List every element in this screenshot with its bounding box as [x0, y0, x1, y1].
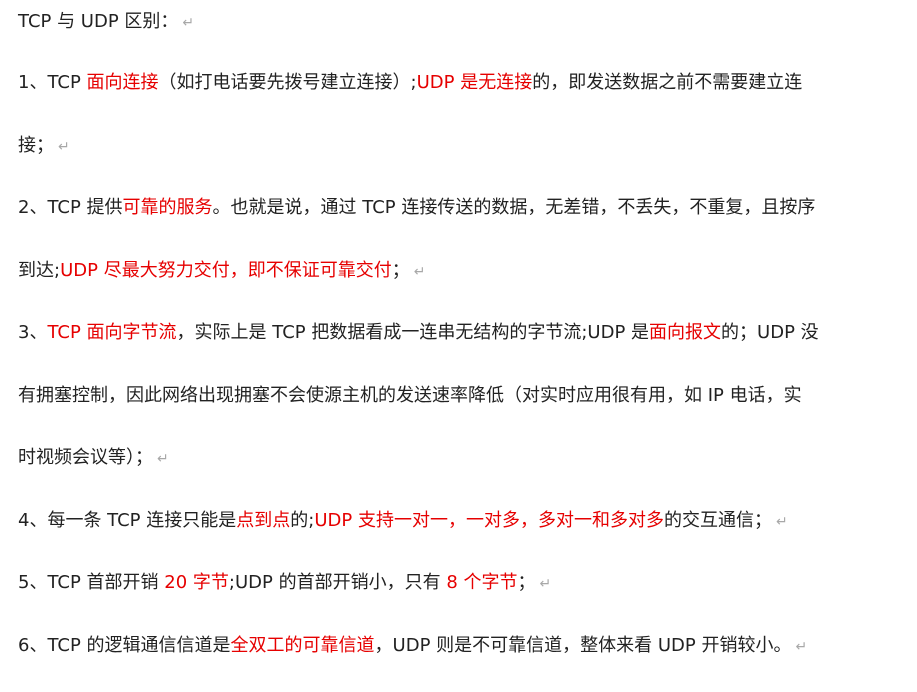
- paragraph-line: 1、TCP 面向连接（如打电话要先拨号建立连接）;UDP 是无连接的，即发送数据…: [18, 67, 908, 98]
- text-segment: 的，即发送数据之前不需要建立连: [532, 72, 803, 93]
- text-segment: 。也就是说，通过 TCP 连接传送的数据，无差错，不丢失，不重复，且按序: [212, 197, 816, 218]
- text-segment: 的;: [290, 509, 315, 531]
- paragraph-line: 到达;UDP 尽最大努力交付，即不保证可靠交付； ↵: [18, 255, 908, 286]
- paragraph-line: 6、TCP 的逻辑通信信道是全双工的可靠信道，UDP 则是不可靠信道，整体来看 …: [18, 630, 908, 661]
- highlight-segment: 全双工的可靠信道: [230, 634, 375, 656]
- text-segment: 1、TCP: [18, 72, 87, 93]
- highlight-segment: UDP 支持一对一，一对多，多对一和多对多: [314, 509, 664, 531]
- paragraph-line: 5、TCP 首部开销 20 字节;UDP 的首部开销小，只有 8 个字节； ↵: [18, 567, 908, 598]
- paragraph-line: 3、TCP 面向字节流，实际上是 TCP 把数据看成一连串无结构的字节流;UDP…: [18, 317, 908, 348]
- paragraph-line: 接； ↵: [18, 130, 908, 161]
- text-segment: 2、TCP 提供: [18, 197, 123, 218]
- highlight-segment: UDP 是无连接: [416, 72, 533, 93]
- text-segment: 有拥塞控制，因此网络出现拥塞不会使源主机的发送速率降低（对实时应用很有用，如 I…: [18, 384, 802, 406]
- text-segment: ;UDP 的首部开销小，只有: [228, 572, 447, 593]
- text-segment: ，UDP 则是不可靠信道，整体来看 UDP 开销较小。: [374, 634, 792, 656]
- text-segment: 6、TCP 的逻辑通信信道是: [18, 634, 231, 656]
- paragraph-line: 时视频会议等）； ↵: [18, 442, 908, 473]
- highlight-segment: 20 字节: [164, 572, 229, 593]
- text-segment: 时视频会议等）；: [18, 447, 153, 468]
- highlight-segment: 面向报文: [649, 322, 722, 343]
- text-segment: ；: [391, 259, 410, 281]
- highlight-segment: 8 个字节: [446, 572, 518, 593]
- highlight-segment: 点到点: [236, 509, 291, 531]
- document-body: TCP 与 UDP 区别： ↵ 1、TCP 面向连接（如打电话要先拨号建立连接）;…: [18, 6, 908, 692]
- paragraph-mark-icon: ↵: [157, 451, 169, 467]
- text-segment: 5、TCP 首部开销: [18, 572, 165, 593]
- highlight-segment: TCP 面向字节流: [47, 322, 177, 343]
- text-segment: 的交互通信；: [663, 509, 772, 531]
- paragraph-mark-icon: ↵: [775, 513, 788, 530]
- heading-line: TCP 与 UDP 区别： ↵: [18, 6, 908, 37]
- paragraph-mark-icon: ↵: [539, 576, 552, 592]
- paragraph-mark-icon: ↵: [182, 15, 195, 31]
- text-segment: （如打电话要先拨号建立连接）;: [158, 72, 417, 93]
- text-segment: TCP 与 UDP 区别：: [18, 11, 179, 32]
- text-segment: 接；: [18, 134, 54, 156]
- highlight-segment: 面向连接: [86, 72, 159, 93]
- highlight-segment: 可靠的服务: [122, 197, 213, 218]
- text-segment: 的；UDP 没: [721, 322, 819, 343]
- text-segment: 4、每一条 TCP 连接只能是: [18, 509, 237, 531]
- highlight-segment: UDP 尽最大努力交付，即不保证可靠交付: [60, 259, 392, 281]
- paragraph-line: 4、每一条 TCP 连接只能是点到点的;UDP 支持一对一，一对多，多对一和多对…: [18, 505, 908, 536]
- text-segment: ；: [517, 572, 536, 593]
- paragraph-mark-icon: ↵: [413, 263, 426, 280]
- paragraph-mark-icon: ↵: [795, 638, 808, 655]
- text-segment: 3、: [18, 322, 48, 343]
- text-segment: ，实际上是 TCP 把数据看成一连串无结构的字节流;UDP 是: [176, 322, 650, 343]
- paragraph-line: 2、TCP 提供可靠的服务。也就是说，通过 TCP 连接传送的数据，无差错，不丢…: [18, 192, 908, 223]
- text-segment: 到达;: [18, 259, 61, 281]
- paragraph-mark-icon: ↵: [58, 138, 70, 155]
- paragraph-line: 有拥塞控制，因此网络出现拥塞不会使源主机的发送速率降低（对实时应用很有用，如 I…: [18, 380, 908, 411]
